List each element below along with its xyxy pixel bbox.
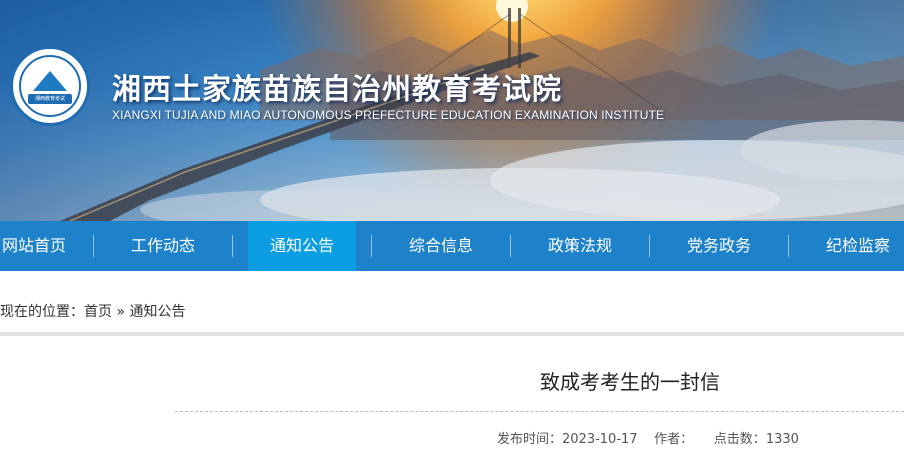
breadcrumb: 您现在的位置：首页 » 通知公告 [0,300,185,324]
nav-separator [93,235,94,257]
nav-item-notices[interactable]: 通知公告 [248,221,356,271]
nav-item-discipline[interactable]: 纪检监察 [798,221,904,271]
views-count: 1330 [765,432,799,447]
site-subtitle: XIANGXI TUJIA AND MIAO AUTONOMOUS PREFEC… [112,108,665,122]
nav-separator [232,235,233,257]
nav-separator [510,235,511,257]
mountain-icon [33,71,67,91]
nav-item-policies[interactable]: 政策法规 [520,221,640,271]
publish-label: 发布时间： [497,432,563,447]
title-divider [175,411,904,412]
main-nav: 网站首页 工作动态 通知公告 综合信息 政策法规 党务政务 纪检监察 [0,221,904,271]
views-label: 点击数： [713,432,766,447]
header-banner: 湘西教育考试 湘西土家族苗族自治州教育考试院 XIANGXI TUJIA AND… [0,0,904,221]
breadcrumb-separator: » [112,304,130,320]
author-label: 作者： [654,432,694,447]
nav-item-home[interactable]: 网站首页 [0,221,84,271]
logo-text: 湘西教育考试 [34,96,65,102]
site-title: 湘西土家族苗族自治州教育考试院 [112,72,563,106]
article-meta: 发布时间：2023-10-17 作者： 点击数：1330 [497,428,799,447]
nav-item-work-news[interactable]: 工作动态 [103,221,223,271]
article-title: 致成考考生的一封信 [540,370,720,394]
logo-emblem: 湘西教育考试 [10,46,90,126]
nav-separator [788,235,789,257]
publish-date: 2023-10-17 [562,432,638,447]
section-divider [0,332,904,336]
nav-separator [371,235,372,257]
breadcrumb-home-link[interactable]: 首页 [84,304,112,320]
nav-item-party-affairs[interactable]: 党务政务 [659,221,779,271]
nav-separator [649,235,650,257]
nav-item-general-info[interactable]: 综合信息 [381,221,501,271]
breadcrumb-prefix: 您现在的位置： [0,304,84,320]
breadcrumb-current-link[interactable]: 通知公告 [129,304,185,320]
